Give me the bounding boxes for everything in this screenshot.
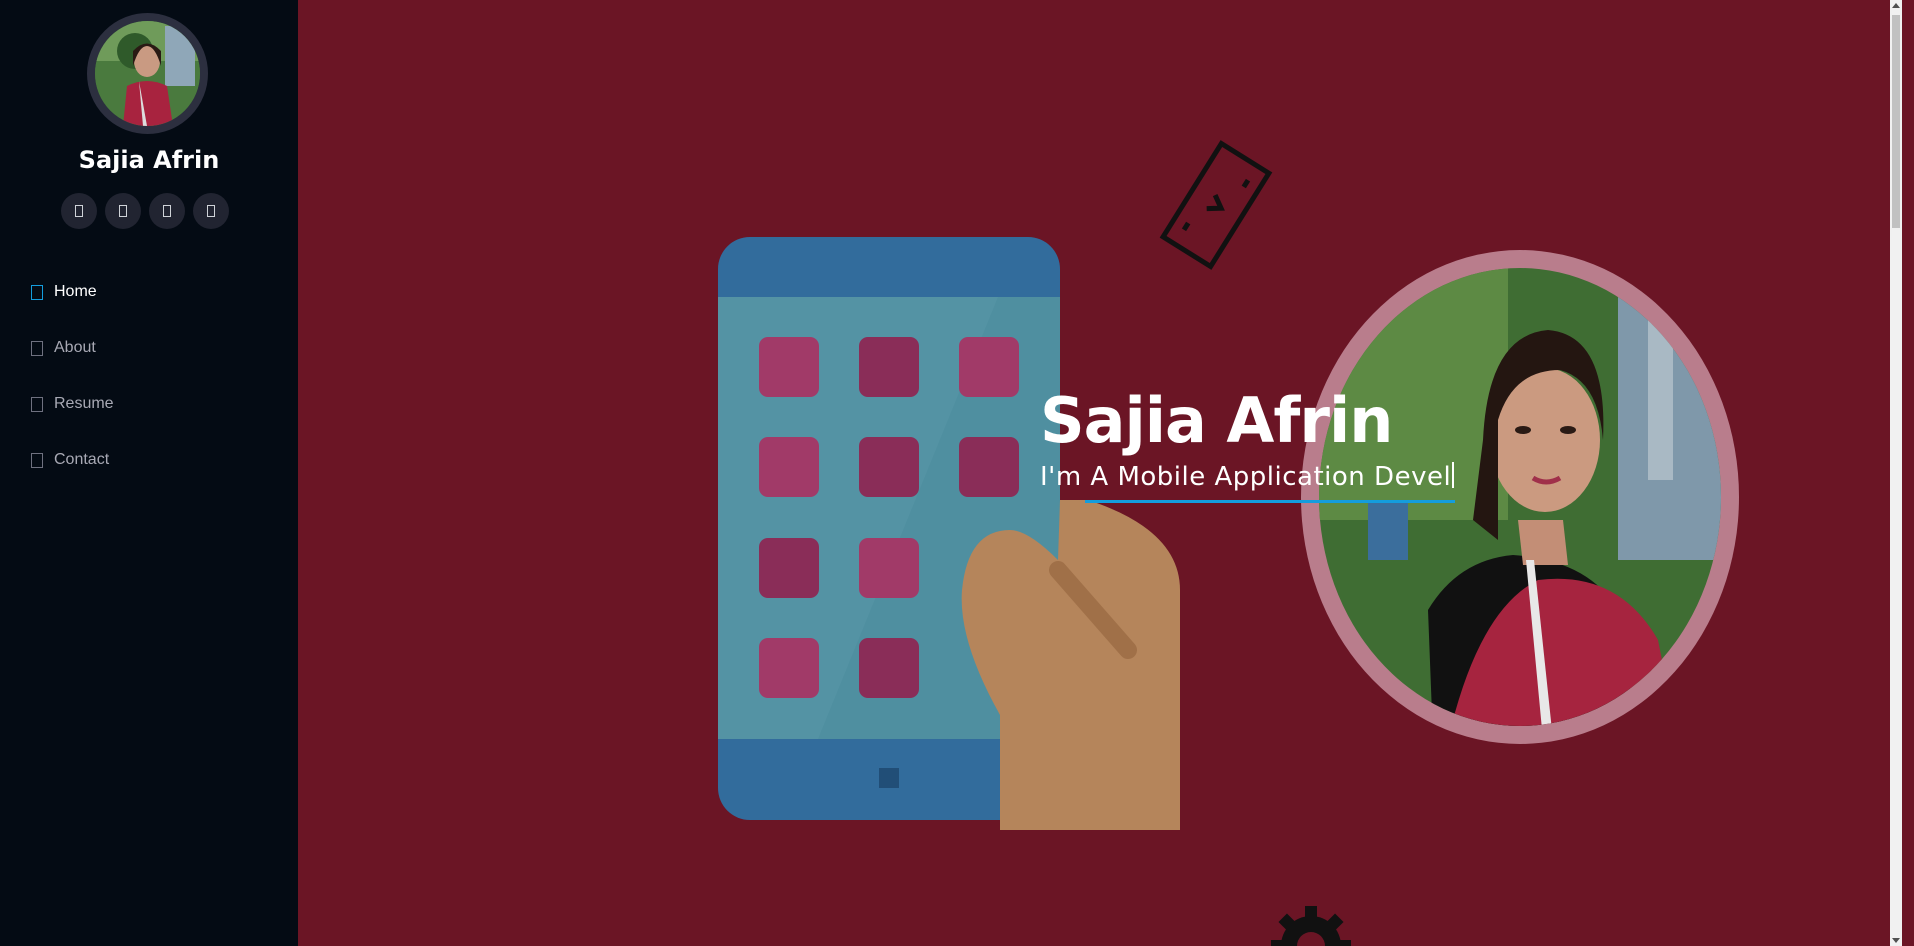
nav-item-label: Resume [54,395,114,412]
twitter-icon [75,205,83,217]
scroll-down-icon[interactable] [1892,938,1900,943]
envelope-icon [31,452,43,468]
facebook-icon [119,205,127,217]
hero-title: Sajia Afrin [1040,384,1393,457]
instagram-icon [163,205,171,217]
scrollbar-thumb[interactable] [1892,15,1900,228]
nav-item-resume[interactable]: Resume [0,376,298,432]
profile-avatar [87,13,208,134]
facebook-link[interactable] [105,193,141,229]
sidebar-name: Sajia Afrin [78,146,220,174]
profile-photo [95,21,200,126]
scroll-up-icon[interactable] [1892,3,1900,8]
nav-item-label: About [54,339,96,356]
social-links [61,193,229,229]
instagram-link[interactable] [149,193,185,229]
file-icon [31,396,43,412]
nav-item-home[interactable]: Home [0,264,298,320]
main-nav: Home About Resume Contact [0,264,298,488]
linkedin-link[interactable] [193,193,229,229]
nav-item-label: Contact [54,451,110,468]
gear-doodle [1271,906,1351,946]
twitter-link[interactable] [61,193,97,229]
typed-text: I'm A Mobile Application Devel [1040,462,1452,492]
hero-typed-subtitle: I'm A Mobile Application Devel [1040,462,1455,492]
subtitle-underline [1085,500,1455,503]
page-scrollbar[interactable] [1890,0,1902,946]
nav-item-contact[interactable]: Contact [0,432,298,488]
typing-cursor [1452,462,1455,488]
portrait-frame [1301,250,1739,744]
hero-section: Sajia Afrin I'm A Mobile Application Dev… [298,0,1902,946]
home-icon [31,284,43,300]
linkedin-icon [207,205,215,217]
nav-item-label: Home [54,283,97,300]
nav-item-about[interactable]: About [0,320,298,376]
sidebar: Sajia Afrin Home About Resume Contact [0,0,298,946]
person-icon [31,340,43,356]
ticket-doodle [1159,140,1273,270]
